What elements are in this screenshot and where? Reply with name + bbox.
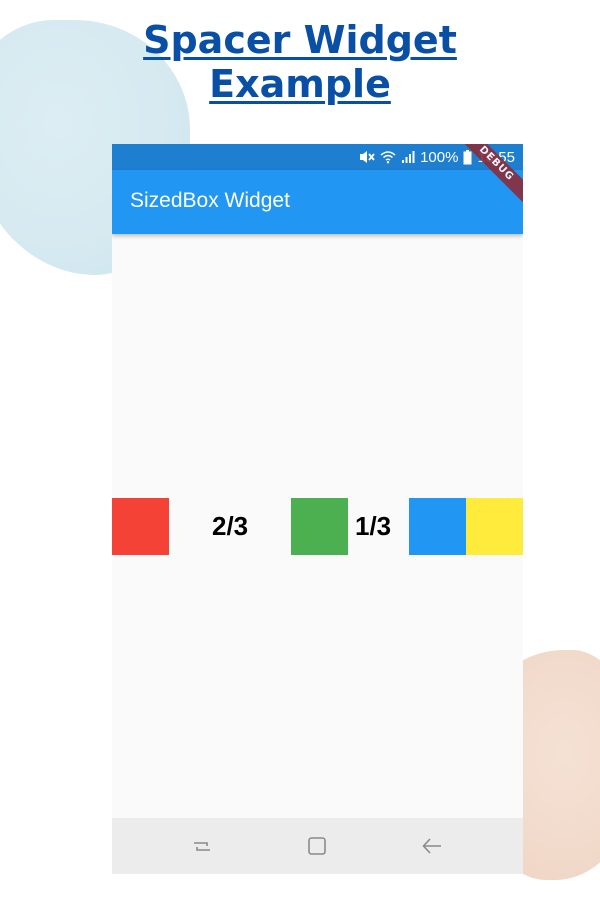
red-box: [112, 498, 169, 555]
blue-box: [409, 498, 466, 555]
system-nav-bar: [112, 818, 523, 874]
app-bar-title: SizedBox Widget: [130, 189, 290, 212]
mute-icon: [359, 150, 375, 164]
home-button[interactable]: [305, 834, 329, 858]
yellow-box: [466, 498, 523, 555]
battery-icon: [463, 149, 472, 165]
back-button[interactable]: [420, 834, 444, 858]
back-icon: [422, 838, 441, 854]
battery-percent: 100%: [420, 148, 459, 166]
heading-line-1: Spacer Widget: [143, 18, 457, 62]
status-bar: 100% 13:55: [112, 144, 523, 170]
heading-line-2: Example: [209, 62, 391, 106]
app-bar: SizedBox Widget: [112, 170, 523, 234]
recent-apps-button[interactable]: [190, 834, 214, 858]
home-icon: [308, 837, 326, 855]
recent-apps-icon: [194, 842, 210, 851]
green-box: [291, 498, 348, 555]
spacer-row: 2/3 1/3: [112, 498, 523, 555]
wifi-icon: [380, 150, 396, 164]
ratio-label-1-3: 1/3: [355, 511, 392, 541]
page-heading: Spacer Widget Example: [0, 18, 600, 106]
ratio-label-2-3: 2/3: [212, 511, 249, 541]
signal-icon: [401, 150, 415, 164]
page: Spacer Widget Example 100% SizedBox Widg…: [0, 0, 600, 900]
phone-screen: 100% 13:55 SizedBox Widget DEBUG 2/3 1/3: [112, 144, 523, 874]
